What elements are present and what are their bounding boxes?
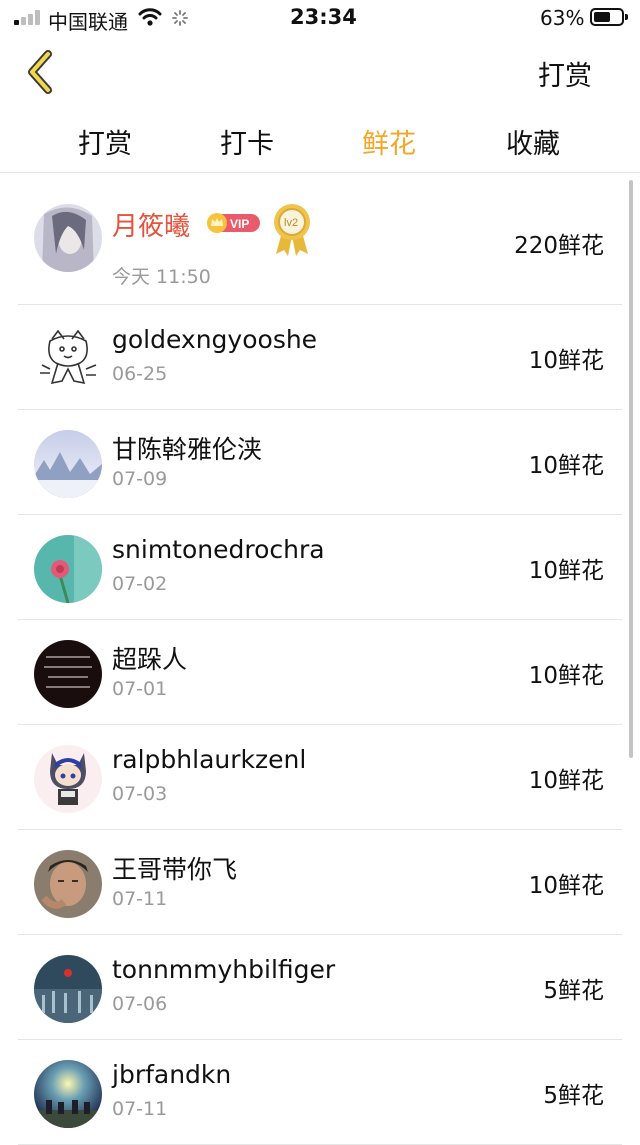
user-name: 月筱曦 bbox=[112, 212, 191, 242]
avatar bbox=[34, 745, 102, 813]
level-medal-icon: lv2 bbox=[274, 204, 310, 256]
list-item[interactable]: 月筱曦 VIP lv2 今天 11:50 220鲜花 bbox=[18, 172, 622, 305]
status-bar: 中国联通 23:34 63% bbox=[0, 0, 640, 36]
chevron-left-icon[interactable] bbox=[20, 48, 64, 96]
flower-count: 10鲜花 bbox=[528, 873, 604, 899]
avatar bbox=[34, 850, 102, 918]
battery-icon bbox=[590, 8, 628, 26]
tab-reward[interactable]: 打赏 bbox=[78, 122, 132, 161]
flower-count: 10鲜花 bbox=[528, 768, 604, 794]
list-item[interactable]: snimtonedrochra 07-02 10鲜花 bbox=[18, 515, 622, 620]
date-label: 07-01 bbox=[112, 678, 168, 700]
list-item[interactable]: tonnmmyhbilfiger 07-06 5鲜花 bbox=[18, 935, 622, 1040]
nav-bar: 打赏 bbox=[0, 36, 640, 108]
flower-count: 10鲜花 bbox=[528, 348, 604, 374]
scrollbar[interactable] bbox=[629, 180, 633, 758]
battery-percent: 63% bbox=[540, 6, 585, 30]
user-name: jbrfandkn bbox=[112, 1060, 232, 1089]
date-label: 07-11 bbox=[112, 1098, 168, 1120]
list-item[interactable]: ralpbhlaurkzenl 07-03 10鲜花 bbox=[18, 725, 622, 830]
flower-count: 220鲜花 bbox=[514, 233, 604, 259]
flower-count: 10鲜花 bbox=[528, 558, 604, 584]
user-name: 王哥带你飞 bbox=[112, 855, 238, 884]
reward-action-button[interactable]: 打赏 bbox=[538, 54, 592, 93]
user-name: snimtonedrochra bbox=[112, 535, 325, 564]
date-label: 07-02 bbox=[112, 573, 168, 595]
list-item[interactable]: goldexngyooshe 06-25 10鲜花 bbox=[18, 305, 622, 410]
level-label: lv2 bbox=[284, 217, 298, 229]
flower-count: 5鲜花 bbox=[543, 1083, 604, 1109]
date-label: 07-03 bbox=[112, 783, 168, 805]
user-name: 甘陈斡雅伦浃 bbox=[112, 435, 263, 464]
tab-favorites[interactable]: 收藏 bbox=[506, 122, 560, 161]
avatar bbox=[34, 204, 102, 272]
avatar bbox=[34, 1060, 102, 1128]
list-item[interactable]: 甘陈斡雅伦浃 07-09 10鲜花 bbox=[18, 410, 622, 515]
date-label: 07-09 bbox=[112, 468, 168, 490]
loading-icon bbox=[172, 10, 188, 26]
list-item[interactable]: 超跺人 07-01 10鲜花 bbox=[18, 620, 622, 725]
clock: 23:34 bbox=[290, 5, 357, 29]
user-name: ralpbhlaurkzenl bbox=[112, 745, 307, 774]
user-name: goldexngyooshe bbox=[112, 325, 318, 354]
user-name: 超跺人 bbox=[112, 645, 188, 674]
time-label: 今天 11:50 bbox=[112, 266, 211, 288]
avatar bbox=[34, 325, 102, 393]
carrier-name: 中国联通 bbox=[48, 10, 128, 34]
wifi-icon bbox=[138, 8, 162, 26]
user-name: tonnmmyhbilfiger bbox=[112, 955, 336, 984]
signal-icon bbox=[14, 9, 42, 25]
date-label: 06-25 bbox=[112, 363, 168, 385]
date-label: 07-11 bbox=[112, 888, 168, 910]
flower-count: 10鲜花 bbox=[528, 663, 604, 689]
flower-count: 10鲜花 bbox=[528, 453, 604, 479]
tab-checkin[interactable]: 打卡 bbox=[220, 122, 274, 161]
date-label: 07-06 bbox=[112, 993, 168, 1015]
vip-badge: VIP bbox=[207, 213, 260, 233]
tab-bar: 打赏 打卡 鲜花 收藏 bbox=[0, 108, 640, 173]
tab-flowers[interactable]: 鲜花 bbox=[362, 122, 416, 161]
flower-count: 5鲜花 bbox=[543, 978, 604, 1004]
avatar bbox=[34, 640, 102, 708]
avatar bbox=[34, 955, 102, 1023]
list-item[interactable]: jbrfandkn 07-11 5鲜花 bbox=[18, 1040, 622, 1145]
flower-list: 月筱曦 VIP lv2 今天 11:50 220鲜花 goldexngyoosh… bbox=[0, 172, 640, 1145]
list-item[interactable]: 王哥带你飞 07-11 10鲜花 bbox=[18, 830, 622, 935]
avatar bbox=[34, 430, 102, 498]
avatar bbox=[34, 535, 102, 603]
vip-badge-label: VIP bbox=[230, 217, 249, 231]
